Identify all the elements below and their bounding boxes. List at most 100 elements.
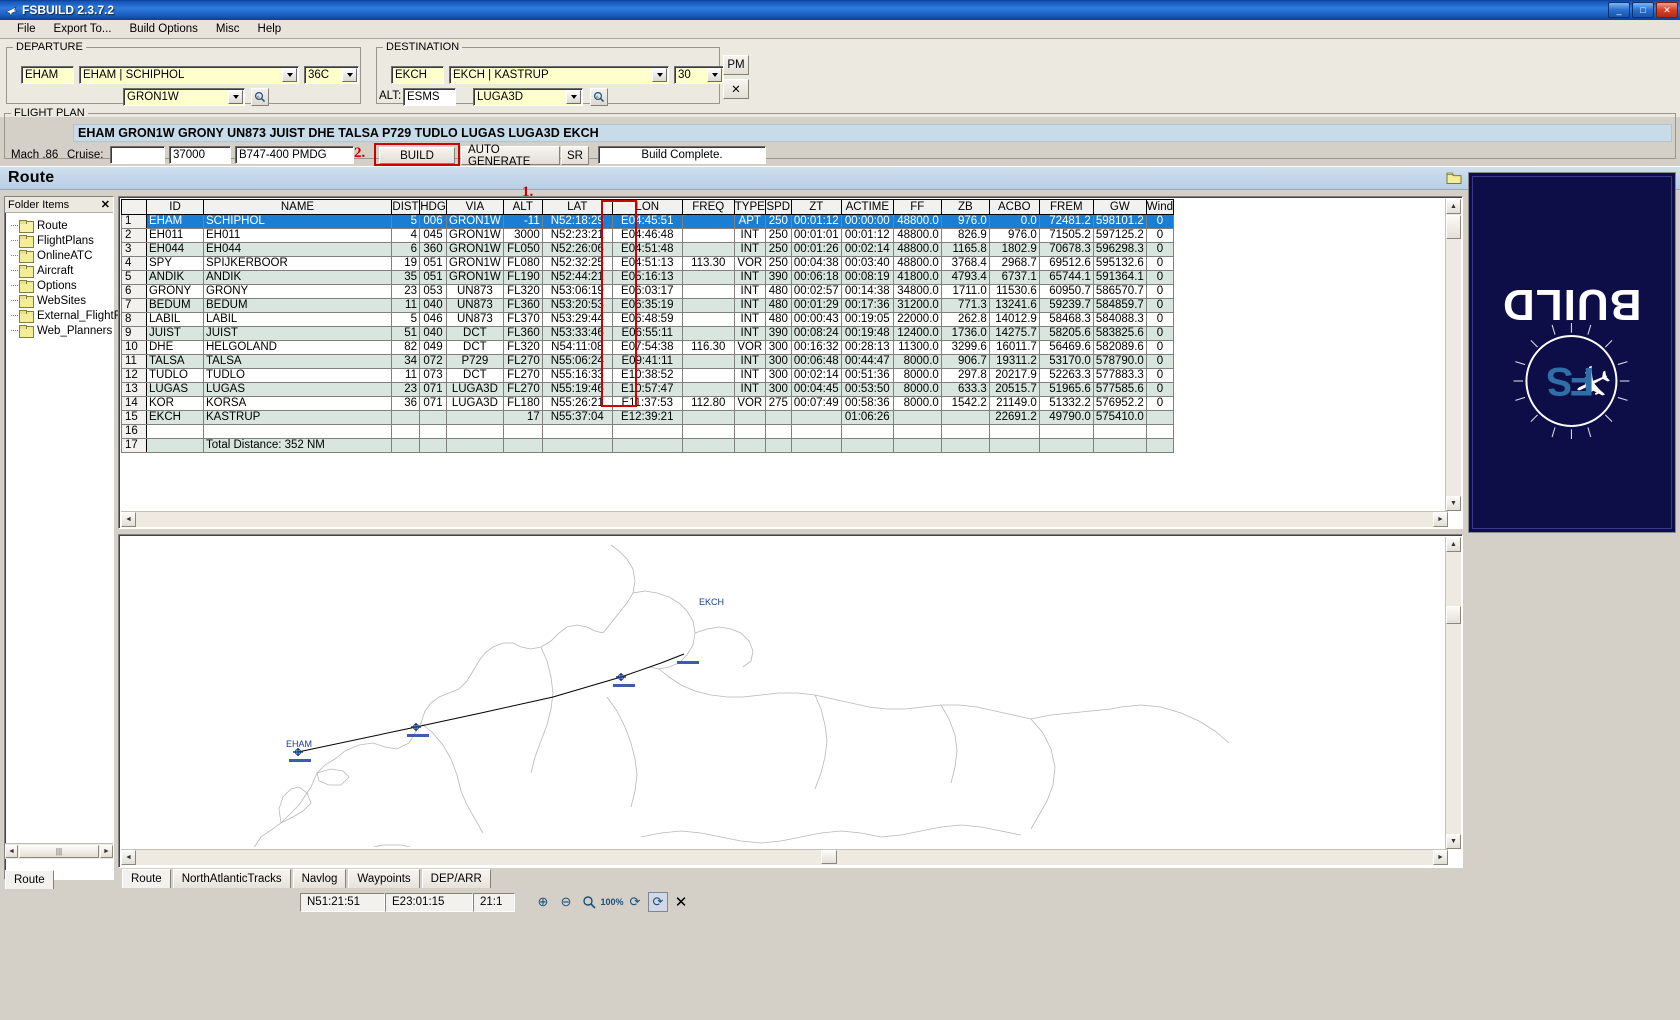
cell-spd[interactable]: 250 (764, 256, 792, 271)
cell-name[interactable]: ANDIK (203, 270, 392, 285)
cell-zt[interactable]: 00:08:24 (790, 326, 842, 341)
table-vertical-scrollbar[interactable]: ▲ ▼ (1445, 199, 1461, 511)
sidebar-horizontal-scrollbar[interactable]: ◄ ||| ► (5, 843, 113, 859)
cell-hdg[interactable]: 049 (419, 340, 447, 355)
cell-ff[interactable] (892, 424, 942, 439)
cell-hdg[interactable]: 051 (419, 256, 447, 271)
cell-dist[interactable]: 23 (391, 284, 420, 299)
row-number[interactable]: 11 (121, 354, 147, 369)
cell-spd[interactable]: 250 (764, 242, 792, 257)
cell-alt[interactable]: -11 (502, 214, 543, 229)
cell-ff[interactable] (892, 438, 942, 453)
cell-gw[interactable]: 582089.6 (1092, 340, 1147, 355)
destination-runway-combo[interactable]: 30 (674, 66, 724, 84)
row-number[interactable]: 1 (121, 214, 147, 229)
cell-acbo[interactable] (988, 438, 1040, 453)
cell-acbo[interactable]: 22691.2 (988, 410, 1040, 425)
cell-freq[interactable] (681, 424, 735, 439)
cell-gw[interactable]: 577883.3 (1092, 368, 1147, 383)
cell-type[interactable]: INT (733, 284, 766, 299)
cell-lon[interactable]: E10:38:52 (611, 368, 683, 383)
col-type[interactable]: TYPE (733, 199, 766, 215)
cell-lon[interactable]: E06:03:17 (611, 284, 683, 299)
cell-alt[interactable]: FL270 (502, 382, 543, 397)
cell-lat[interactable] (541, 438, 613, 453)
cell-dist[interactable]: 6 (391, 242, 420, 257)
cell-dist[interactable]: 51 (391, 326, 420, 341)
cell-actime[interactable] (840, 424, 894, 439)
cell-ff[interactable] (892, 410, 942, 425)
cell-freq[interactable] (681, 214, 735, 229)
cell-alt[interactable]: FL080 (502, 256, 543, 271)
menu-item-build-options[interactable]: Build Options (121, 21, 207, 37)
pm-button[interactable]: PM (723, 55, 749, 75)
cell-zt[interactable]: 00:04:45 (790, 382, 842, 397)
cell-dist[interactable] (391, 424, 420, 439)
table-row[interactable]: 16 (121, 424, 1175, 439)
cell-zb[interactable]: 633.3 (940, 382, 990, 397)
cell-lat[interactable]: N53:29:44 (541, 312, 613, 327)
cell-dist[interactable]: 82 (391, 340, 420, 355)
cell-lon[interactable]: E04:51:13 (611, 256, 683, 271)
cell-actime[interactable]: 01:06:26 (840, 410, 894, 425)
chevron-down-icon[interactable] (228, 90, 243, 104)
cell-via[interactable] (446, 438, 504, 453)
cell-via[interactable]: P729 (446, 354, 504, 369)
cell-id[interactable]: DHE (146, 340, 204, 355)
refresh-active-icon[interactable]: ⟳ (648, 892, 668, 912)
cell-hdg[interactable]: 360 (419, 242, 447, 257)
cell-ff[interactable]: 22000.0 (892, 312, 942, 327)
cell-gw[interactable]: 575410.0 (1092, 410, 1147, 425)
cell-name[interactable]: GRONY (203, 284, 392, 299)
cell-spd[interactable]: 300 (764, 340, 792, 355)
cell-freq[interactable] (681, 242, 735, 257)
tab-dep-arr[interactable]: DEP/ARR (421, 869, 491, 888)
cell-dist[interactable]: 35 (391, 270, 420, 285)
cell-gw[interactable]: 578790.0 (1092, 354, 1147, 369)
cell-name[interactable]: BEDUM (203, 298, 392, 313)
cell-spd[interactable] (764, 424, 792, 439)
cell-freq[interactable] (681, 438, 735, 453)
cell-wind[interactable]: 0 (1145, 312, 1175, 327)
table-row[interactable]: 9 JUIST JUIST 51 040 DCT FL360 N53:33:46 E06:55:… (121, 326, 1175, 341)
cell-name[interactable]: TALSA (203, 354, 392, 369)
cell-id[interactable]: KOR (146, 396, 204, 411)
cell-name[interactable]: TUDLO (203, 368, 392, 383)
cell-wind[interactable] (1145, 424, 1175, 439)
chevron-down-icon[interactable] (342, 68, 357, 82)
cell-actime[interactable] (840, 438, 894, 453)
col-wind[interactable]: Wind (1145, 199, 1175, 215)
cell-ff[interactable]: 48800.0 (892, 214, 942, 229)
cell-acbo[interactable]: 6737.1 (988, 270, 1040, 285)
cell-hdg[interactable]: 040 (419, 326, 447, 341)
cell-id[interactable] (146, 438, 204, 453)
cell-via[interactable] (446, 424, 504, 439)
table-row[interactable]: 6 GRONY GRONY 23 053 UN873 FL320 N53:06:19 E06:0… (121, 284, 1175, 299)
cell-acbo[interactable]: 976.0 (988, 228, 1040, 243)
cell-spd[interactable]: 390 (764, 270, 792, 285)
col-actime[interactable]: ACTIME (840, 199, 894, 215)
alternate-icao-field[interactable]: ESMS (403, 88, 456, 106)
scroll-up-arrow-icon[interactable]: ▲ (1446, 199, 1461, 214)
cell-zb[interactable]: 1711.0 (940, 284, 990, 299)
cell-spd[interactable]: 390 (764, 326, 792, 341)
row-number[interactable]: 7 (121, 298, 147, 313)
cell-lon[interactable]: E11:37:53 (611, 396, 683, 411)
sidebar-item-aircraft[interactable]: Aircraft (7, 263, 113, 278)
col-acbo[interactable]: ACBO (988, 199, 1040, 215)
sidebar-item-websites[interactable]: WebSites (7, 293, 113, 308)
col-gw[interactable]: GW (1092, 199, 1147, 215)
cell-actime[interactable]: 00:51:36 (840, 368, 894, 383)
cell-frem[interactable]: 51332.2 (1038, 396, 1094, 411)
cell-zb[interactable]: 3768.4 (940, 256, 990, 271)
cell-wind[interactable]: 0 (1145, 270, 1175, 285)
cell-type[interactable]: INT (733, 228, 766, 243)
cell-freq[interactable] (681, 312, 735, 327)
cell-spd[interactable]: 300 (764, 354, 792, 369)
cell-hdg[interactable]: 040 (419, 298, 447, 313)
cell-type[interactable]: VOR (733, 256, 766, 271)
cell-actime[interactable]: 00:00:00 (840, 214, 894, 229)
scroll-right-arrow-icon[interactable]: ► (100, 845, 113, 858)
cell-lon[interactable]: E04:45:51 (611, 214, 683, 229)
cell-lat[interactable]: N55:19:46 (541, 382, 613, 397)
